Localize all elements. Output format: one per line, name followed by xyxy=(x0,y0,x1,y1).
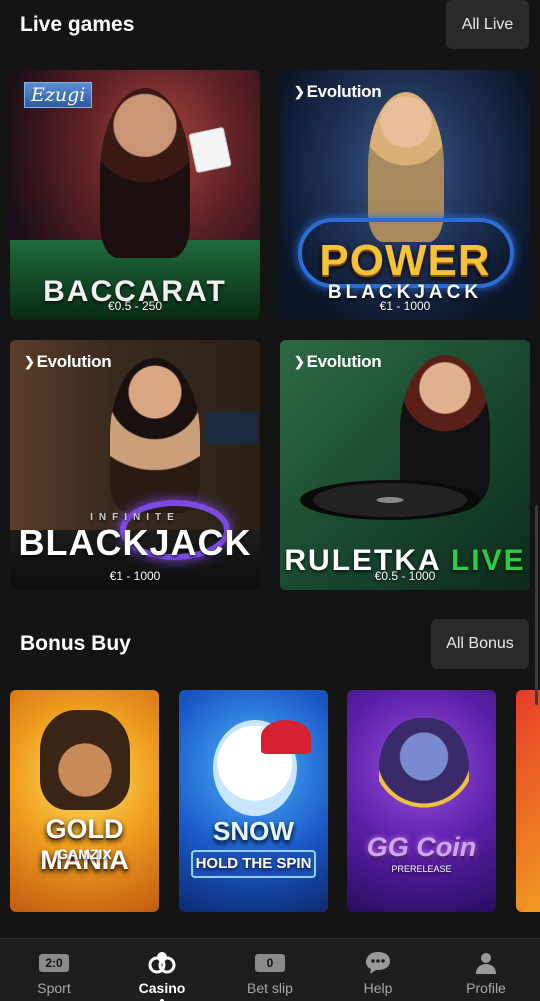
all-bonus-button[interactable]: All Bonus xyxy=(431,619,529,669)
game-tile-power-blackjack[interactable]: ❯ Evolution POWER BLACKJACK €1 - 1000 xyxy=(280,70,530,320)
bet-limit: €0.5 - 1000 xyxy=(374,569,436,583)
bonus-buy-header: Bonus Buy All Bonus xyxy=(0,619,540,669)
chips-icon xyxy=(148,950,176,976)
nav-item-sport[interactable]: 2:0 Sport xyxy=(0,939,108,1001)
dealer-image xyxy=(100,88,190,258)
game-tile-ruletka-live[interactable]: ❯ Evolution RULETKA LIVE €0.5 - 1000 xyxy=(280,340,530,590)
slot-title: GG Coin xyxy=(366,832,477,862)
bonus-buy-title: Bonus Buy xyxy=(20,632,131,655)
bet-limit: €0.5 - 250 xyxy=(107,299,163,313)
betslip-count-badge: 0 xyxy=(255,954,285,972)
character-image xyxy=(379,718,469,828)
character-image xyxy=(40,710,130,810)
nav-item-profile[interactable]: Profile xyxy=(432,939,540,1001)
slot-subtitle: PRERELEASE xyxy=(391,864,452,874)
person-icon xyxy=(474,950,498,976)
nav-label: Bet slip xyxy=(247,980,293,996)
scrollbar-thumb[interactable] xyxy=(535,505,538,705)
evolution-logo: ❯ Evolution xyxy=(24,352,112,371)
bottom-navigation: 2:0 Sport Casino 0 Bet slip Help Profile xyxy=(0,938,540,1001)
evolution-logo: ❯ Evolution xyxy=(294,352,382,371)
slot-subtitle: GAMZIX xyxy=(57,846,112,862)
slot-tile-snow-coin[interactable]: SNOW COIN HOLD THE SPIN xyxy=(179,690,328,912)
game-title-bottom: BLACKJACK xyxy=(18,522,252,563)
slot-tile-gold-mania[interactable]: GOLD MANIA GAMZIX xyxy=(10,690,159,912)
evolution-chevron-icon: ❯ xyxy=(24,354,35,369)
evolution-chevron-icon: ❯ xyxy=(294,354,305,369)
infinite-black-badge xyxy=(206,412,258,444)
bet-limit: €1 - 1000 xyxy=(109,569,161,583)
scoreboard-icon: 2:0 xyxy=(39,950,69,976)
score-badge: 2:0 xyxy=(39,954,69,972)
bet-limit: €1 - 1000 xyxy=(379,299,431,313)
live-games-title: Live games xyxy=(20,13,135,36)
all-live-button[interactable]: All Live xyxy=(446,0,529,49)
game-tile-baccarat[interactable]: Ezugi BACCARAT €0.5 - 250 xyxy=(10,70,260,320)
santa-hat-image xyxy=(261,720,311,754)
nav-item-help[interactable]: Help xyxy=(324,939,432,1001)
live-games-header: Live games All Live xyxy=(0,0,540,50)
nav-label: Help xyxy=(363,980,393,996)
nav-label: Casino xyxy=(138,980,186,996)
slot-tile-partial[interactable] xyxy=(516,690,540,912)
slot-title: GOLD MANIA xyxy=(40,814,129,875)
roulette-wheel-image xyxy=(300,480,480,520)
dealer-image xyxy=(110,358,200,513)
slot-subtitle: HOLD THE SPIN xyxy=(195,855,312,872)
evolution-logo: ❯ Evolution xyxy=(294,82,382,101)
nav-item-casino[interactable]: Casino xyxy=(108,939,216,1001)
betslip-icon: 0 xyxy=(255,950,285,976)
nav-label: Sport xyxy=(37,980,71,996)
ezugi-logo: Ezugi xyxy=(24,82,93,108)
evolution-chevron-icon: ❯ xyxy=(294,84,305,99)
game-tile-infinite-blackjack[interactable]: ❯ Evolution INFINITE BLACKJACK €1 - 1000 xyxy=(10,340,260,590)
chat-bubble-icon xyxy=(364,950,392,976)
slot-tile-gg-coin[interactable]: GG Coin PRERELEASE xyxy=(347,690,496,912)
game-title-top: POWER xyxy=(319,236,491,285)
nav-label: Profile xyxy=(466,980,506,996)
nav-item-bet-slip[interactable]: 0 Bet slip xyxy=(216,939,324,1001)
